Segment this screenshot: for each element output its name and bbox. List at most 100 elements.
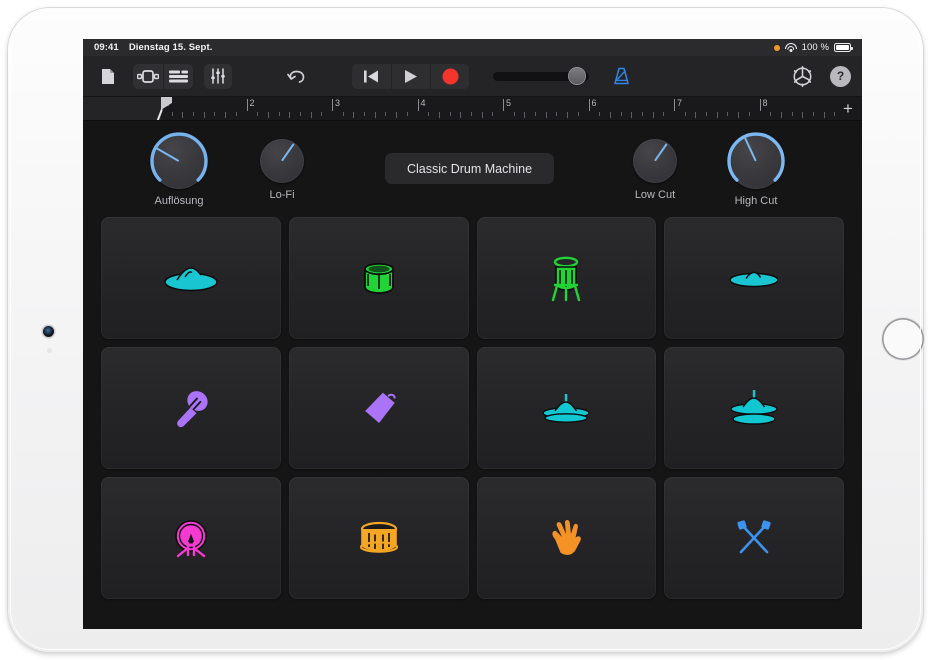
rewind-icon[interactable] <box>352 64 391 89</box>
ruler-subtick <box>439 112 440 118</box>
status-bar: 09:41 Dienstag 15. Sept. 100 % <box>83 39 862 56</box>
ruler-bar-number: 7 <box>677 98 682 108</box>
pad-crash-cymbal[interactable] <box>101 217 281 339</box>
battery-icon <box>834 43 851 52</box>
pad-sticks[interactable] <box>664 477 844 599</box>
pad-floor-tom[interactable] <box>477 217 657 339</box>
ruler-subtick <box>268 112 269 118</box>
open-hihat-icon <box>728 388 780 428</box>
gear-icon[interactable] <box>788 64 816 89</box>
ruler-subtick <box>749 112 750 116</box>
battery-percent-label: 100 % <box>802 42 829 53</box>
ruler-subtick <box>182 112 183 118</box>
ruler-subtick <box>770 112 771 116</box>
pad-cowbell[interactable] <box>289 347 469 469</box>
tom-drum-icon <box>358 257 400 299</box>
view-toggle-group <box>133 64 193 89</box>
master-volume-thumb[interactable] <box>569 68 585 84</box>
ruler-subtick <box>343 112 344 116</box>
faders-icon[interactable] <box>204 64 232 89</box>
ruler-bar-number: 3 <box>335 98 340 108</box>
maraca-icon <box>170 387 212 429</box>
ruler-subtick <box>642 112 643 116</box>
playhead[interactable] <box>161 97 172 120</box>
ruler-subtick <box>385 112 386 116</box>
ruler-bar-number: 8 <box>763 98 768 108</box>
toolbar: ? <box>83 56 862 97</box>
home-button[interactable] <box>882 318 924 360</box>
pad-snare-drum[interactable] <box>289 477 469 599</box>
ruler-subtick <box>792 112 793 116</box>
ruler-subtick <box>685 112 686 116</box>
ruler-bar-number: 6 <box>592 98 597 108</box>
ruler-subtick <box>204 112 205 118</box>
ruler-subtick <box>396 112 397 118</box>
pad-closed-hihat[interactable] <box>477 347 657 469</box>
ruler-subtick <box>428 112 429 116</box>
pad-tom[interactable] <box>289 217 469 339</box>
recording-indicator-icon <box>774 45 780 51</box>
closed-hihat-icon <box>540 391 592 425</box>
ruler-subtick <box>802 112 803 118</box>
low-cut-knob-label: Low Cut <box>635 189 675 201</box>
ruler-subtick <box>353 112 354 118</box>
help-button[interactable]: ? <box>830 66 851 87</box>
ruler-subtick <box>514 112 515 116</box>
ruler-subtick <box>610 112 611 118</box>
ruler-subtick <box>663 112 664 116</box>
ruler-subtick <box>535 112 536 116</box>
ruler-subtick <box>599 112 600 116</box>
ruler-subtick <box>556 112 557 116</box>
ruler-subtick <box>653 112 654 118</box>
ruler-subtick <box>225 112 226 118</box>
resolution-knob-label: Auflösung <box>155 195 204 207</box>
timeline-ruler[interactable]: 12345678 + <box>83 97 862 121</box>
ruler-subtick <box>300 112 301 116</box>
document-icon[interactable] <box>94 64 122 89</box>
lofi-knob[interactable]: Lo-Fi <box>260 133 304 201</box>
wifi-icon <box>785 43 797 52</box>
ruler-bar-number: 2 <box>250 98 255 108</box>
ruler-subtick <box>546 112 547 118</box>
ipad-device: 09:41 Dienstag 15. Sept. 100 % <box>8 8 923 652</box>
low-cut-knob[interactable]: Low Cut <box>633 133 677 201</box>
pad-shaker[interactable] <box>101 347 281 469</box>
ruler-subtick <box>824 112 825 118</box>
ruler-subtick <box>375 112 376 118</box>
pad-kick-drum[interactable] <box>101 477 281 599</box>
ride-cymbal-icon <box>728 266 780 290</box>
ruler-subtick <box>482 112 483 118</box>
list-view-icon[interactable] <box>163 64 193 89</box>
high-cut-knob[interactable]: High Cut <box>728 133 784 207</box>
metronome-icon[interactable] <box>607 64 635 89</box>
ruler-subtick <box>257 112 258 116</box>
ruler-subtick <box>738 112 739 118</box>
ruler-bar-number: 4 <box>421 98 426 108</box>
playhead-flag <box>161 97 172 110</box>
pad-hand-clap[interactable] <box>477 477 657 599</box>
tracks-view-icon[interactable] <box>133 64 163 89</box>
high-cut-knob-arc <box>722 127 790 195</box>
crash-cymbal-icon <box>163 261 219 295</box>
ruler-subtick <box>567 112 568 118</box>
undo-arrow-icon[interactable] <box>282 64 310 89</box>
ruler-subtick <box>236 112 237 116</box>
plugin-title[interactable]: Classic Drum Machine <box>385 153 554 184</box>
drum-pad-grid <box>101 217 844 599</box>
ruler-subtick <box>321 112 322 116</box>
pad-ride-cymbal[interactable] <box>664 217 844 339</box>
master-volume-slider[interactable] <box>493 72 589 81</box>
status-date: Dienstag 15. Sept. <box>129 42 213 53</box>
resolution-knob[interactable]: Auflösung <box>151 133 207 207</box>
add-section-button[interactable]: + <box>838 99 858 119</box>
screen: 09:41 Dienstag 15. Sept. 100 % <box>83 39 862 629</box>
play-icon[interactable] <box>391 64 430 89</box>
ruler-subtick <box>631 112 632 118</box>
drum-sticks-icon <box>732 516 776 560</box>
resolution-knob-arc <box>145 127 213 195</box>
ambient-sensor <box>47 348 52 353</box>
pad-open-hihat[interactable] <box>664 347 844 469</box>
record-icon[interactable] <box>430 64 469 89</box>
ruler-subtick <box>279 112 280 116</box>
ruler-subtick <box>492 112 493 116</box>
